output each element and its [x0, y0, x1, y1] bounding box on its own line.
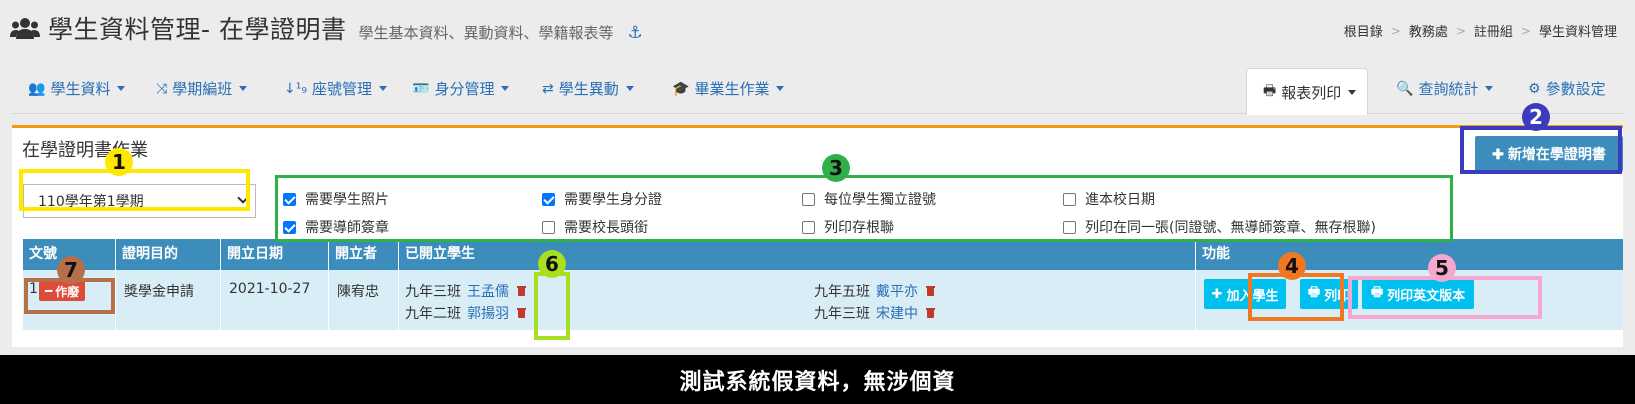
issuer-text: 陳宥忠 [337, 284, 379, 300]
gear-icon: ⚙ [1528, 80, 1541, 97]
caret-down-icon [625, 86, 634, 91]
nav-label: 學生資料 [50, 80, 111, 98]
caret-down-icon [1348, 89, 1357, 95]
nav-student-data[interactable]: 👥 學生資料 [28, 78, 126, 99]
page-title: 學生資料管理- 在學證明書 [48, 15, 347, 44]
graduation-cap-icon: 🎓 [672, 80, 690, 97]
breadcrumb-separator: > [1455, 23, 1466, 38]
column-header-students: 已開立學生 [399, 239, 1196, 270]
annotation-number-4: 4 [1278, 252, 1306, 280]
nav-label: 學期編班 [172, 80, 233, 98]
trash-icon[interactable] [517, 308, 526, 318]
nav-settings[interactable]: ⚙ 參數設定 [1528, 78, 1606, 99]
annotation-box-3 [275, 175, 1453, 242]
student-class: 九年二班 [405, 306, 461, 322]
caret-down-icon [117, 86, 126, 91]
nav-graduates[interactable]: 🎓 畢業生作業 [672, 78, 785, 99]
annotation-number-2: 2 [1522, 103, 1550, 131]
nav-query-stats[interactable]: 🔍 查詢統計 [1396, 78, 1494, 99]
nav-label: 報表列印 [1281, 83, 1342, 102]
nav-label: 查詢統計 [1418, 80, 1479, 98]
student-entry: 九年三班 王孟儒 [405, 281, 526, 301]
breadcrumb-item-academic-affairs[interactable]: 教務處 [1409, 21, 1448, 40]
student-entry: 九年二班 郭揚羽 [405, 303, 526, 323]
sort-numeric-icon: ↓¹₉ [284, 80, 307, 97]
student-class: 九年三班 [814, 306, 870, 322]
annotation-box-5 [1348, 276, 1542, 319]
exchange-icon: ⇄ [542, 80, 554, 97]
breadcrumb-item-root[interactable]: 根目錄 [1344, 21, 1383, 40]
student-class: 九年三班 [405, 284, 461, 300]
title-area: 學生資料管理- 在學證明書 學生基本資料、異動資料、學籍報表等 ⚓ [10, 10, 643, 46]
nav-identity[interactable]: 🪪 身分管理 [412, 78, 510, 99]
caret-down-icon [501, 86, 510, 91]
page-subtitle: 學生基本資料、異動資料、學籍報表等 [358, 24, 614, 42]
annotation-number-7: 7 [57, 256, 85, 284]
nav-label: 座號管理 [311, 80, 372, 98]
annotation-number-5: 5 [1428, 254, 1456, 282]
disclaimer-banner: 測試系統假資料，無涉個資 [0, 355, 1635, 404]
breadcrumb-separator: > [1390, 23, 1401, 38]
id-card-icon: 🪪 [412, 80, 430, 97]
shuffle-icon: ⤨ [156, 80, 168, 97]
annotation-box-1 [19, 169, 250, 211]
cell-issuer: 陳宥忠 [329, 270, 399, 330]
caret-down-icon [378, 86, 387, 91]
annotation-box-6 [534, 272, 570, 340]
print-icon: 🖶 [1263, 83, 1277, 99]
cell-students: 九年三班 王孟儒 九年二班 郭揚羽 九年五班 戴平亦 九年三班 宋建中 [399, 270, 1196, 330]
page: 學生資料管理- 在學證明書 學生基本資料、異動資料、學籍報表等 ⚓ 根目錄 > … [0, 0, 1635, 404]
caret-down-icon [1485, 86, 1494, 91]
student-name-link[interactable]: 郭揚羽 [467, 303, 509, 323]
page-header: 學生資料管理- 在學證明書 學生基本資料、異動資料、學籍報表等 ⚓ 根目錄 > … [0, 0, 1635, 58]
trash-icon[interactable] [926, 308, 935, 318]
student-name-link[interactable]: 王孟儒 [467, 281, 509, 301]
annotation-number-3: 3 [822, 154, 850, 182]
breadcrumb-separator: > [1520, 23, 1531, 38]
annotation-number-6: 6 [538, 250, 566, 278]
column-header-purpose: 證明目的 [116, 239, 221, 270]
nav-report-print[interactable]: 🖶 報表列印 [1246, 68, 1368, 115]
trash-icon[interactable] [926, 286, 935, 296]
student-entry: 九年五班 戴平亦 [814, 281, 935, 301]
column-header-issuer: 開立者 [329, 239, 399, 270]
users-icon [10, 18, 40, 39]
annotation-box-2 [1460, 126, 1622, 174]
student-name-link[interactable]: 宋建中 [876, 303, 918, 323]
breadcrumb-item-registration[interactable]: 註冊組 [1474, 21, 1513, 40]
annotation-number-1: 1 [105, 148, 133, 176]
nav-seat-number[interactable]: ↓¹₉ 座號管理 [284, 78, 387, 99]
nav-label: 參數設定 [1545, 80, 1606, 98]
nav-label: 畢業生作業 [694, 80, 770, 98]
cell-purpose: 獎學金申請 [116, 270, 221, 330]
table-header: 文號 證明目的 開立日期 開立者 已開立學生 功能 [23, 239, 1623, 270]
users-icon: 👥 [28, 80, 46, 97]
date-text: 2021-10-27 [229, 281, 311, 297]
column-header-date: 開立日期 [221, 239, 329, 270]
student-name-link[interactable]: 戴平亦 [876, 281, 918, 301]
student-class: 九年五班 [814, 284, 870, 300]
nav-label: 學生異動 [558, 80, 619, 98]
breadcrumb-item-current: 學生資料管理 [1538, 25, 1617, 40]
student-entry: 九年三班 宋建中 [814, 303, 935, 323]
anchor-icon[interactable]: ⚓ [628, 23, 643, 43]
plus-icon: ✚ [1211, 286, 1223, 302]
caret-down-icon [239, 86, 248, 91]
purpose-text: 獎學金申請 [124, 284, 194, 300]
search-icon: 🔍 [1396, 80, 1414, 97]
nav-class-assignment[interactable]: ⤨ 學期編班 [156, 78, 248, 99]
caret-down-icon [776, 86, 785, 91]
main-nav: 👥 學生資料 ⤨ 學期編班 ↓¹₉ 座號管理 🪪 身分管理 ⇄ 學生異動 🎓 畢… [12, 68, 1623, 115]
nav-label: 身分管理 [434, 80, 495, 98]
annotation-box-4 [1248, 273, 1344, 321]
trash-icon[interactable] [517, 286, 526, 296]
cell-date: 2021-10-27 [221, 270, 329, 330]
breadcrumb: 根目錄 > 教務處 > 註冊組 > 學生資料管理 [1344, 21, 1617, 41]
column-header-actions: 功能 [1202, 246, 1230, 262]
nav-student-change[interactable]: ⇄ 學生異動 [542, 78, 634, 99]
